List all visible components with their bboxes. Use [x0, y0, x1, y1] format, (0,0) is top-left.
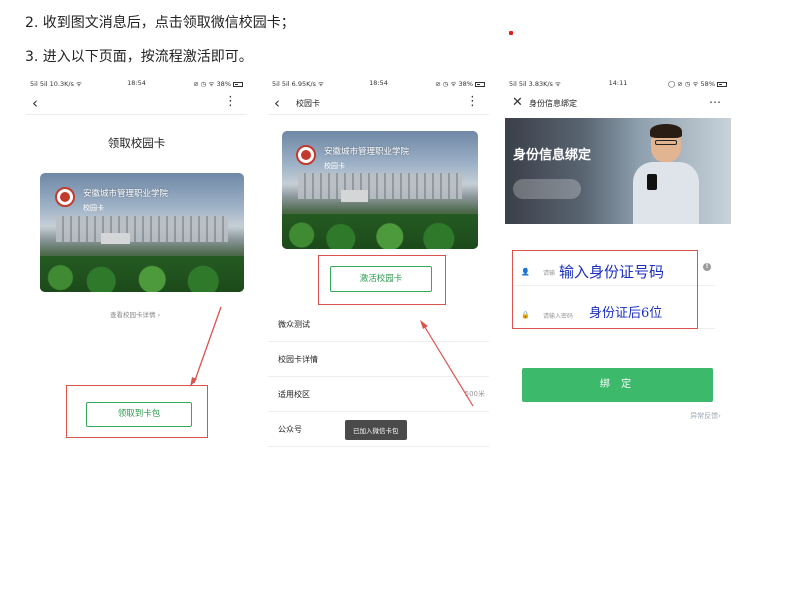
red-dot-mark — [509, 31, 513, 35]
bind-button[interactable]: 绑 定 — [522, 368, 713, 402]
list-item-campus-label: 适用校区 — [278, 390, 310, 399]
card-plants — [40, 256, 244, 292]
instruction-step-3: 3. 进入以下页面，按流程激活即可。 — [25, 49, 253, 65]
school-logo-icon — [55, 187, 75, 207]
activate-card-button[interactable]: 激活校园卡 — [330, 266, 432, 292]
battery-icon — [233, 81, 243, 87]
card-subtitle: 校园卡 — [324, 162, 345, 170]
handwritten-password-hint: 身份证后6位 — [589, 306, 663, 321]
banner-title: 身份信息绑定 — [513, 148, 592, 163]
nav-bar: ‹ 校园卡 ⋮ — [268, 93, 489, 115]
annotation-arrow — [190, 306, 222, 387]
status-bar: 5il 5il 3.83K/s ᯤ 14:11 ◯ ⊘ ◷ ᯤ 58% — [505, 75, 731, 91]
status-signal: 5il 5il 10.3K/s ᯤ — [30, 80, 82, 88]
card-school-name: 安徽城市管理职业学院 — [83, 189, 169, 199]
school-logo-icon — [296, 145, 316, 165]
more-dots-icon[interactable]: ⋮ — [224, 93, 237, 111]
campus-card-image: 安徽城市管理职业学院 校园卡 — [40, 173, 244, 292]
card-building — [297, 173, 463, 200]
page-title: 领取校园卡 — [107, 136, 166, 150]
banner-person-image — [631, 124, 701, 224]
annotation-arrow — [420, 320, 474, 407]
card-subtitle: 校园卡 — [83, 204, 104, 212]
status-signal: 5il 5il 6.95K/s ᯤ — [272, 80, 324, 88]
info-icon[interactable]: ! — [703, 263, 711, 271]
phone-screenshot-activate-card: 5il 5il 6.95K/s ᯤ 18:54 ⊘ ◷ ᯤ 38% ‹ 校园卡 … — [268, 75, 489, 455]
status-time: 14:11 — [608, 79, 628, 87]
status-bar: 5il 5il 10.3K/s ᯤ 18:54 ⊘ ◷ ᯤ 38% — [26, 75, 247, 91]
phone-screenshot-receive-card: 5il 5il 10.3K/s ᯤ 18:54 ⊘ ◷ ᯤ 38% ‹ ⋮ 领取… — [26, 75, 247, 455]
handwritten-id-hint: 输入身份证号码 — [559, 263, 665, 281]
status-time: 18:54 — [369, 79, 388, 87]
banner-blurred-pill — [513, 179, 581, 199]
banner-person-body — [633, 162, 699, 224]
status-bar: 5il 5il 6.95K/s ᯤ 18:54 ⊘ ◷ ᯤ 38% — [268, 75, 489, 91]
toast-added-to-wallet: 已加入微信卡包 — [345, 420, 407, 440]
status-battery-text: ◯ ⊘ ◷ ᯤ 58% — [667, 80, 715, 88]
nav-title: 身份信息绑定 — [529, 99, 577, 108]
card-gate — [340, 190, 369, 202]
status-battery-text: ⊘ ◷ ᯤ 38% — [435, 80, 473, 88]
status-right: ⊘ ◷ ᯤ 38% — [435, 79, 485, 88]
receive-card-button[interactable]: 领取到卡包 — [86, 402, 192, 427]
status-right: ◯ ⊘ ◷ ᯤ 58% — [668, 79, 727, 88]
nav-title: 校园卡 — [296, 99, 320, 108]
feedback-link[interactable]: 异常反馈› — [690, 411, 721, 421]
more-dots-icon[interactable]: ⋮ — [466, 93, 479, 111]
battery-icon — [475, 81, 485, 87]
nav-bar: ‹ ⋮ — [26, 93, 247, 115]
phone-screenshot-identity-binding: 5il 5il 3.83K/s ᯤ 14:11 ◯ ⊘ ◷ ᯤ 58% ✕ 身份… — [505, 75, 731, 455]
status-right: ⊘ ◷ ᯤ 38% — [193, 79, 243, 88]
banner-person-hair — [650, 124, 682, 138]
banner-person-glasses — [655, 140, 677, 145]
card-details-link[interactable]: 查看校园卡详情 › — [110, 309, 160, 319]
back-arrow-icon[interactable]: ‹ — [32, 94, 38, 112]
nav-bar: ✕ 身份信息绑定 ⋯ — [505, 93, 731, 115]
campus-card-image: 安徽城市管理职业学院 校园卡 — [282, 131, 478, 249]
card-school-name: 安徽城市管理职业学院 — [324, 147, 410, 157]
instruction-step-2: 2. 收到图文消息后，点击领取微信校园卡； — [25, 15, 295, 31]
card-gate — [101, 232, 130, 245]
battery-icon — [717, 81, 727, 87]
back-arrow-icon[interactable]: ‹ — [274, 94, 280, 112]
card-plants — [282, 213, 478, 249]
more-dots-icon[interactable]: ⋯ — [709, 93, 721, 111]
status-signal: 5il 5il 3.83K/s ᯤ — [509, 80, 561, 88]
close-icon[interactable]: ✕ — [512, 95, 523, 111]
status-time: 18:54 — [127, 79, 146, 87]
card-building — [56, 215, 228, 242]
status-battery-text: ⊘ ◷ ᯤ 38% — [193, 80, 231, 88]
banner-person-phone — [647, 174, 657, 190]
identity-banner: 身份信息绑定 — [505, 118, 731, 224]
